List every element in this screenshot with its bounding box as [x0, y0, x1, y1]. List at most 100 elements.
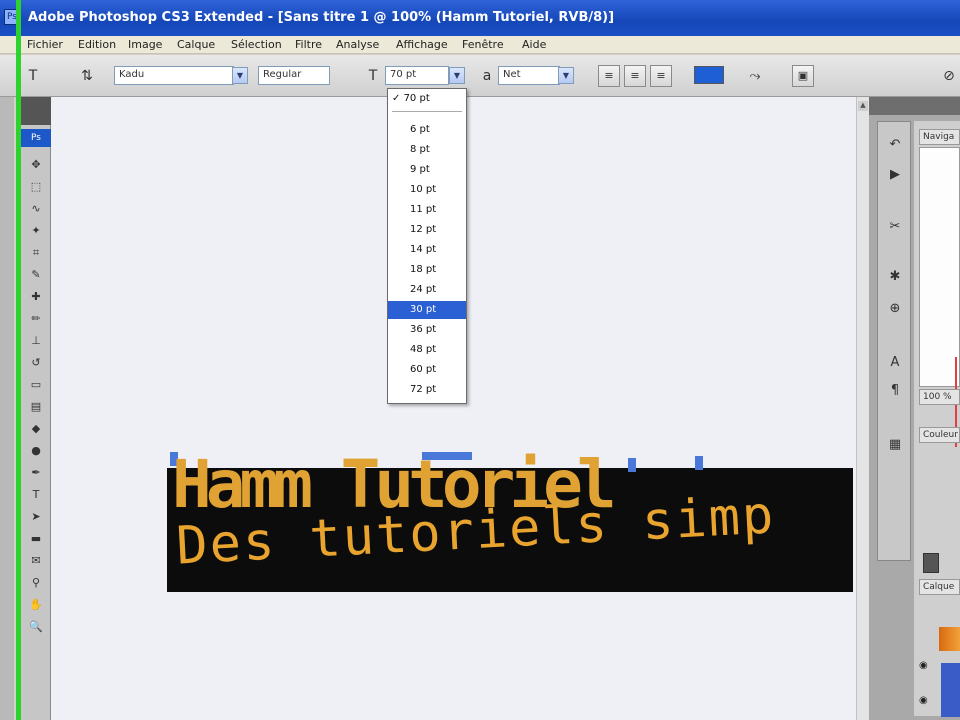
align-left-button[interactable]: ≡: [598, 65, 620, 87]
eraser-tool-icon[interactable]: ▭: [27, 377, 45, 393]
antialias-field[interactable]: Net: [498, 66, 560, 85]
menu-analyse[interactable]: Analyse: [336, 38, 379, 51]
menu-calque[interactable]: Calque: [177, 38, 215, 51]
window-title: Adobe Photoshop CS3 Extended - [Sans tit…: [28, 10, 615, 25]
menu-bar: Fichier Edition Image Calque Sélection F…: [0, 36, 960, 54]
font-size-option[interactable]: 11 pt: [388, 201, 466, 219]
pen-tool-icon[interactable]: ✒: [27, 465, 45, 481]
vertical-scrollbar[interactable]: ▲: [856, 97, 869, 720]
move-tool-icon[interactable]: ✥: [27, 157, 45, 173]
color-ramp[interactable]: [939, 627, 960, 651]
font-family-dropdown-arrow[interactable]: ▼: [232, 67, 248, 84]
slice-tool-icon[interactable]: ✎: [27, 267, 45, 283]
antialias-icon: a: [482, 68, 492, 84]
font-size-option[interactable]: 9 pt: [388, 161, 466, 179]
healing-brush-icon[interactable]: ✚: [27, 289, 45, 305]
menu-fichier[interactable]: Fichier: [27, 38, 63, 51]
brushes-panel-icon[interactable]: ✱: [884, 266, 906, 288]
navigator-preview[interactable]: [919, 147, 960, 387]
font-size-option[interactable]: 24 pt: [388, 281, 466, 299]
text-orientation-icon[interactable]: ⇅: [76, 65, 98, 87]
cancel-icon[interactable]: ⊘: [938, 65, 960, 87]
lasso-tool-icon[interactable]: ∿: [27, 201, 45, 217]
font-size-option[interactable]: 48 pt: [388, 341, 466, 359]
align-right-button[interactable]: ≡: [650, 65, 672, 87]
text-color-swatch[interactable]: [694, 66, 724, 84]
color-tab[interactable]: Couleur: [919, 427, 960, 443]
headline-text-layer[interactable]: Hamm Tutoriel: [172, 445, 617, 525]
scroll-up-arrow-icon[interactable]: ▲: [858, 101, 868, 111]
font-family-field[interactable]: Kadu: [114, 66, 234, 85]
font-size-option[interactable]: 36 pt: [388, 321, 466, 339]
font-size-option[interactable]: 14 pt: [388, 241, 466, 259]
menu-edition[interactable]: Edition: [78, 38, 116, 51]
stamp-tool-icon[interactable]: ⊥: [27, 333, 45, 349]
magic-wand-icon[interactable]: ✦: [27, 223, 45, 239]
shape-tool-icon[interactable]: ▬: [27, 531, 45, 547]
font-style-field[interactable]: Regular: [258, 66, 330, 85]
font-size-dropdown-list: ✓ 70 pt 6 pt 8 pt 9 pt 10 pt 11 pt 12 pt…: [387, 88, 467, 404]
layers-tab[interactable]: Calque: [919, 579, 960, 595]
zoom-tool-icon[interactable]: 🔍: [27, 619, 45, 635]
actions-panel-icon[interactable]: ▶: [884, 164, 906, 186]
menu-filtre[interactable]: Filtre: [295, 38, 322, 51]
font-size-option[interactable]: 8 pt: [388, 141, 466, 159]
font-size-option[interactable]: 12 pt: [388, 221, 466, 239]
brush-tool-icon[interactable]: ✏: [27, 311, 45, 327]
history-brush-icon[interactable]: ↺: [27, 355, 45, 371]
green-guide-line: [16, 0, 21, 720]
marquee-tool-icon[interactable]: ⬚: [27, 179, 45, 195]
crop-tool-icon[interactable]: ⌗: [27, 245, 45, 261]
font-size-option[interactable]: 6 pt: [388, 121, 466, 139]
gradient-tool-icon[interactable]: ▤: [27, 399, 45, 415]
clone-source-icon[interactable]: ⊕: [884, 298, 906, 320]
tool-preset-icon[interactable]: T: [22, 65, 44, 87]
type-tool-icon[interactable]: T: [27, 487, 45, 503]
font-size-option-highlighted[interactable]: 30 pt: [388, 301, 466, 319]
zoom-level-field[interactable]: 100 %: [919, 389, 960, 405]
panel-dock-header: [869, 97, 960, 115]
layer-visibility-eye-icon[interactable]: ◉: [919, 660, 928, 671]
options-bar: T ⇅ Kadu ▼ Regular T 70 pt ▼ a Net ▼ ≡ ≡…: [0, 55, 960, 97]
font-size-option[interactable]: 60 pt: [388, 361, 466, 379]
navigator-tab[interactable]: Naviga: [919, 129, 960, 145]
menu-image[interactable]: Image: [128, 38, 162, 51]
font-size-dropdown-arrow[interactable]: ▼: [449, 67, 465, 84]
character-palette-button[interactable]: ▣: [792, 65, 814, 87]
font-size-option[interactable]: 10 pt: [388, 181, 466, 199]
character-panel-icon[interactable]: A: [884, 352, 906, 374]
text-bounding-handle[interactable]: [695, 456, 703, 470]
tool-presets-icon[interactable]: ✂: [884, 216, 906, 238]
paragraph-panel-icon[interactable]: ¶: [884, 380, 906, 402]
font-size-current-item[interactable]: ✓ 70 pt: [392, 93, 430, 104]
left-edge-strip: [0, 97, 14, 720]
menu-affichage[interactable]: Affichage: [396, 38, 448, 51]
history-panel-icon[interactable]: ↶: [884, 134, 906, 156]
text-bounding-handle[interactable]: [628, 458, 636, 472]
menu-selection[interactable]: Sélection: [231, 38, 282, 51]
photoshop-logo-icon[interactable]: Ps: [21, 129, 51, 147]
hand-tool-icon[interactable]: ✋: [27, 597, 45, 613]
selected-layer-thumbnail[interactable]: [941, 663, 960, 717]
right-panel-dock: ↶ ▶ ✂ ✱ ⊕ A ¶ ▦ Naviga 100 % Couleur Cal…: [869, 97, 960, 720]
antialias-dropdown-arrow[interactable]: ▼: [558, 67, 574, 84]
font-size-option[interactable]: 18 pt: [388, 261, 466, 279]
align-center-button[interactable]: ≡: [624, 65, 646, 87]
font-size-field[interactable]: 70 pt: [385, 66, 449, 85]
menu-fenetre[interactable]: Fenêtre: [462, 38, 504, 51]
font-size-option[interactable]: 72 pt: [388, 381, 466, 399]
eyedropper-tool-icon[interactable]: ⚲: [27, 575, 45, 591]
path-selection-icon[interactable]: ➤: [27, 509, 45, 525]
foreground-color-swatch[interactable]: [923, 553, 939, 573]
layer-visibility-eye-icon[interactable]: ◉: [919, 695, 928, 706]
title-bar: Ps Adobe Photoshop CS3 Extended - [Sans …: [0, 0, 960, 36]
blur-tool-icon[interactable]: ◆: [27, 421, 45, 437]
layer-comps-icon[interactable]: ▦: [884, 434, 906, 456]
menu-aide[interactable]: Aide: [522, 38, 546, 51]
panel-icon-column: ↶ ▶ ✂ ✱ ⊕ A ¶ ▦: [877, 121, 911, 561]
warp-text-icon[interactable]: ⤳: [744, 65, 766, 87]
dodge-tool-icon[interactable]: ●: [27, 443, 45, 459]
font-size-icon: T: [368, 68, 378, 84]
notes-tool-icon[interactable]: ✉: [27, 553, 45, 569]
toolbox: Ps ✥ ⬚ ∿ ✦ ⌗ ✎ ✚ ✏ ⊥ ↺ ▭ ▤ ◆ ● ✒ T ➤ ▬ ✉…: [21, 97, 51, 720]
